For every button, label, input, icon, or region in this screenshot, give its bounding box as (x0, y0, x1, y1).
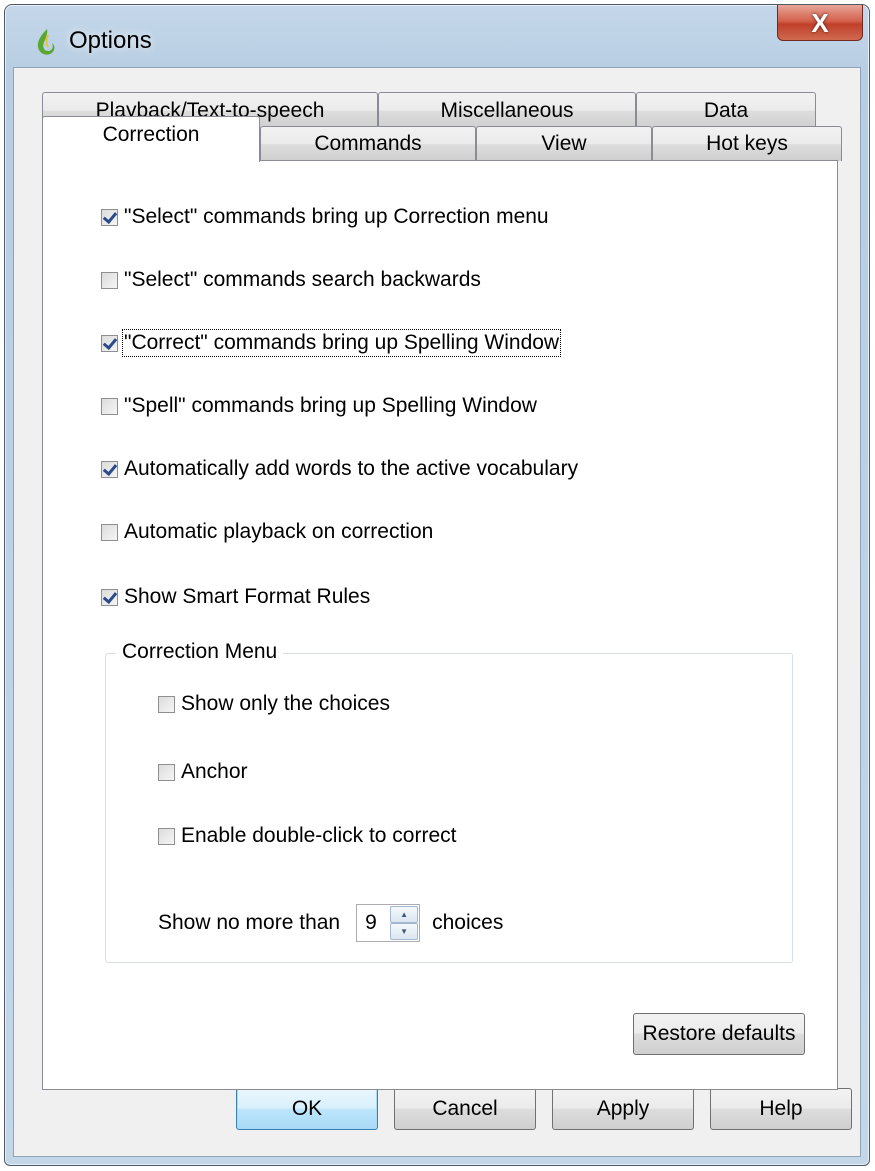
option-label: "Select" commands search backwards (124, 268, 481, 291)
max-choices-row: Show no more than 9 ▲ ▼ choices (158, 904, 503, 942)
option-correct-brings-spelling-window[interactable]: "Correct" commands bring up Spelling Win… (101, 329, 562, 357)
option-label: Show only the choices (181, 692, 390, 715)
checkbox[interactable] (101, 208, 118, 226)
tab-label: View (541, 132, 587, 155)
option-select-brings-correction-menu[interactable]: "Select" commands bring up Correction me… (101, 205, 549, 229)
arrow-down-icon: ▼ (400, 927, 409, 936)
tab-hot-keys[interactable]: Hot keys (652, 126, 842, 161)
tab-commands[interactable]: Commands (260, 126, 476, 161)
restore-defaults-button[interactable]: Restore defaults (633, 1013, 805, 1055)
checkbox[interactable] (101, 334, 118, 352)
correction-tab-panel: "Select" commands bring up Correction me… (42, 160, 838, 1090)
dialog-client-area: Playback/Text-to-speech Miscellaneous Da… (13, 67, 861, 1157)
ok-button[interactable]: OK (236, 1088, 378, 1130)
correction-menu-group: Correction Menu Show only the choices An… (105, 640, 793, 963)
checkbox[interactable] (101, 271, 118, 289)
tab-view[interactable]: View (476, 126, 652, 161)
options-dialog: Options X Playback/Text-to-speech Miscel… (4, 4, 870, 1166)
tab-miscellaneous[interactable]: Miscellaneous (378, 92, 636, 128)
max-choices-value[interactable]: 9 (365, 911, 377, 935)
spin-down-button[interactable]: ▼ (390, 923, 419, 940)
checkbox[interactable] (158, 695, 175, 713)
spin-up-button[interactable]: ▲ (390, 906, 419, 923)
help-button[interactable]: Help (710, 1088, 852, 1130)
close-icon: X (811, 7, 829, 38)
apply-button[interactable]: Apply (552, 1088, 694, 1130)
tab-label: Miscellaneous (440, 98, 574, 122)
tab-correction[interactable]: Correction (42, 116, 260, 162)
tab-label: Commands (314, 132, 422, 155)
option-label: "Spell" commands bring up Spelling Windo… (124, 394, 537, 417)
max-choices-spinner[interactable]: 9 ▲ ▼ (356, 904, 421, 942)
tab-label: Data (703, 98, 749, 122)
option-label: Automatically add words to the active vo… (124, 457, 579, 480)
option-label: Anchor (181, 760, 248, 783)
arrow-up-icon: ▲ (400, 910, 409, 919)
option-label: Automatic playback on correction (124, 520, 434, 543)
checkbox[interactable] (101, 397, 118, 415)
checkbox[interactable] (101, 460, 118, 478)
max-choices-suffix: choices (432, 911, 504, 934)
option-label: "Correct" commands bring up Spelling Win… (121, 329, 562, 357)
option-anchor[interactable]: Anchor (158, 760, 248, 784)
window-title: Options (69, 27, 152, 54)
group-title: Correction Menu (116, 640, 284, 664)
option-show-smart-format-rules[interactable]: Show Smart Format Rules (101, 585, 370, 609)
close-button[interactable]: X (777, 5, 863, 41)
tab-label: Correction (102, 122, 200, 146)
title-bar[interactable]: Options X (5, 5, 869, 67)
max-choices-prefix: Show no more than (158, 911, 341, 934)
option-label: "Select" commands bring up Correction me… (124, 205, 549, 228)
option-select-search-backwards[interactable]: "Select" commands search backwards (101, 268, 481, 292)
option-label: Enable double-click to correct (181, 824, 457, 847)
checkbox[interactable] (101, 523, 118, 541)
cancel-button[interactable]: Cancel (394, 1088, 536, 1130)
option-spell-brings-spelling-window[interactable]: "Spell" commands bring up Spelling Windo… (101, 394, 537, 418)
checkbox[interactable] (158, 763, 175, 781)
dragon-flame-icon (37, 29, 55, 55)
option-auto-add-words[interactable]: Automatically add words to the active vo… (101, 457, 578, 481)
option-label: Show Smart Format Rules (124, 585, 371, 608)
checkbox[interactable] (158, 827, 175, 845)
tab-label: Hot keys (706, 132, 788, 155)
checkbox[interactable] (101, 588, 118, 606)
option-auto-playback[interactable]: Automatic playback on correction (101, 520, 433, 544)
tab-data[interactable]: Data (636, 92, 816, 128)
option-show-only-choices[interactable]: Show only the choices (158, 692, 390, 716)
spinner-buttons: ▲ ▼ (390, 906, 419, 940)
option-enable-double-click[interactable]: Enable double-click to correct (158, 824, 456, 848)
